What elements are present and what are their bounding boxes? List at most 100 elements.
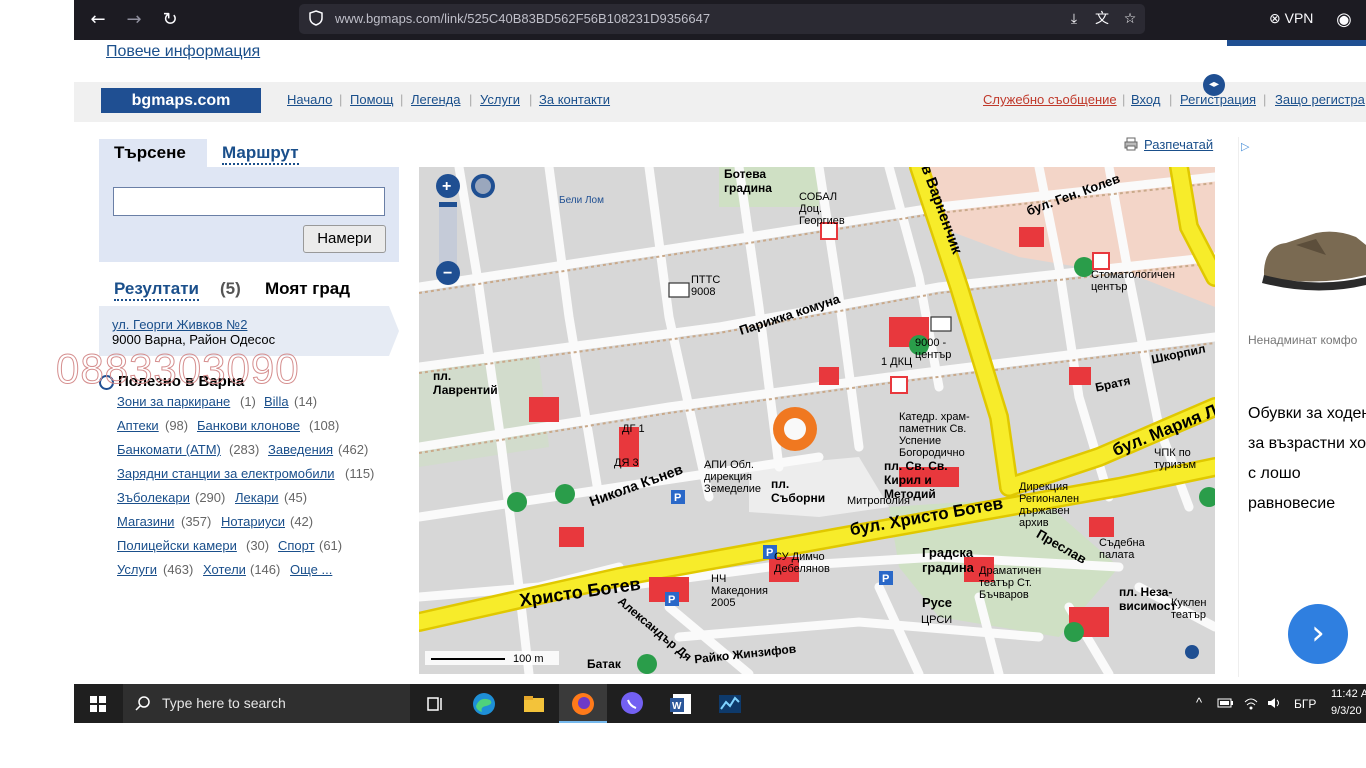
clock-date[interactable]: 9/3/20	[1331, 705, 1362, 717]
nav-legend[interactable]: Легенда	[411, 92, 460, 107]
address-bar[interactable]: www.bgmaps.com/link/525C40B83BD562F56B10…	[299, 4, 1145, 34]
viber-icon[interactable]	[618, 690, 646, 718]
ad-headline-line[interactable]: с лошо	[1248, 465, 1301, 483]
vpn-label: VPN	[1284, 10, 1314, 26]
clock-time[interactable]: 11:42 А	[1331, 688, 1366, 700]
url-text[interactable]: www.bgmaps.com/link/525C40B83BD562F56B10…	[335, 11, 710, 26]
map-label: Преслав	[1033, 526, 1090, 567]
printer-icon[interactable]	[1124, 137, 1138, 151]
category-link[interactable]: Хотели	[203, 562, 246, 577]
category-link[interactable]: Нотариуси	[221, 514, 285, 529]
tab-route[interactable]: Маршрут	[222, 143, 299, 165]
print-link[interactable]: Разпечатай	[1144, 137, 1213, 152]
keyboard-language[interactable]: БГР	[1294, 697, 1316, 711]
map-layer-button[interactable]	[471, 174, 495, 198]
ad-headline-line[interactable]: за възрастни хо	[1248, 435, 1366, 453]
wifi-icon[interactable]	[1243, 696, 1259, 710]
nav-separator: |	[400, 92, 404, 107]
taskbar-search-placeholder[interactable]: Type here to search	[162, 695, 286, 711]
result-pointer	[389, 306, 399, 356]
windows-start-icon[interactable]	[74, 684, 122, 723]
nav-separator: |	[1122, 92, 1126, 107]
search-icon	[135, 696, 150, 711]
nav-service-message[interactable]: Служебно съобщение	[983, 92, 1117, 107]
map-label: Стоматологичен център	[1091, 269, 1175, 293]
translate-icon[interactable]: 文	[1093, 10, 1111, 28]
category-count: (146)	[250, 562, 281, 577]
nav-login[interactable]: Вход	[1131, 92, 1160, 107]
zoom-out-button[interactable]	[436, 261, 460, 285]
bookmark-star-icon[interactable]: ☆	[1121, 10, 1139, 28]
map-view[interactable]: PPPP + − Христо Ботев бул. Христо Ботев	[419, 167, 1215, 674]
map-label: Парижка комуна	[737, 291, 842, 338]
nav-home[interactable]: Начало	[287, 92, 332, 107]
category-link[interactable]: Зони за паркиране	[117, 394, 230, 409]
zoom-in-button[interactable]	[436, 174, 460, 198]
map-label: ЧПК по туризъм	[1154, 447, 1197, 471]
category-link[interactable]: Банкомати (ATM)	[117, 442, 221, 457]
map-scale-label: 100 m	[513, 653, 544, 665]
more-categories-link[interactable]: Още ...	[290, 562, 332, 577]
nav-services[interactable]: Услуги	[480, 92, 520, 107]
battery-icon[interactable]	[1217, 696, 1235, 710]
nav-contacts[interactable]: За контакти	[539, 92, 610, 107]
category-link[interactable]: Магазини	[117, 514, 174, 529]
site-logo[interactable]: bgmaps.com	[101, 88, 261, 113]
map-label: СУ Димчо Дебелянов	[774, 551, 830, 575]
map-label: ЦРСИ	[921, 614, 953, 626]
ad-headline-line[interactable]: Обувки за ходен	[1248, 405, 1366, 423]
map-label: Дирекция Регионален държавен архив	[1019, 481, 1080, 529]
category-link[interactable]: Полицейски камери	[117, 538, 237, 553]
category-link[interactable]: Аптеки	[117, 418, 159, 433]
nav-help[interactable]: Помощ	[350, 92, 393, 107]
download-icon[interactable]: ⤓	[1065, 10, 1083, 28]
vpn-button[interactable]: ⊗ VPN	[1269, 10, 1313, 27]
ad-choices-icon[interactable]: ▷	[1241, 140, 1249, 153]
category-link[interactable]: Услуги	[117, 562, 157, 577]
category-count: (1)	[240, 394, 256, 409]
reload-icon[interactable]: ↻	[158, 8, 182, 32]
shield-icon[interactable]	[309, 10, 323, 26]
category-link[interactable]: Лекари	[235, 490, 278, 505]
nav-why-register[interactable]: Защо регистра	[1275, 92, 1365, 107]
svg-text:W: W	[672, 701, 682, 712]
map-label: Драматичен театър Ст. Бъчваров	[979, 565, 1042, 601]
map-label: Катедр. храм-паметник Св. Успение Богоро…	[899, 411, 970, 459]
category-count: (462)	[338, 442, 369, 457]
map-label: Александър Дя	[615, 594, 695, 664]
find-button[interactable]: Намери	[303, 225, 386, 253]
category-link[interactable]: Спорт	[278, 538, 315, 553]
panel-toggle-icon[interactable]: ◂▸	[1203, 74, 1225, 96]
ad-next-button[interactable]: ›	[1288, 604, 1348, 664]
tab-search[interactable]: Търсене	[99, 139, 207, 167]
ad-caption[interactable]: Ненадминат комфо	[1248, 333, 1357, 347]
ad-headline-line[interactable]: равновесие	[1248, 495, 1335, 513]
firefox-icon[interactable]	[569, 690, 597, 718]
tab-results[interactable]: Резултати	[114, 279, 199, 301]
forward-icon[interactable]: →	[122, 8, 146, 32]
account-icon[interactable]: ◉	[1332, 8, 1356, 32]
tab-my-city[interactable]: Моят град	[265, 279, 350, 299]
edge-icon[interactable]	[470, 690, 498, 718]
map-label: СОБАЛ Доц. Георгиев	[799, 191, 845, 227]
tray-chevron-icon[interactable]: ^	[1196, 695, 1202, 710]
file-explorer-icon[interactable]	[520, 690, 548, 718]
category-link[interactable]: Заведения	[268, 442, 333, 457]
category-link[interactable]: Billa	[264, 394, 289, 409]
result-street-link[interactable]: ул. Георги Живков №2	[112, 317, 247, 332]
shoe-image[interactable]	[1256, 215, 1366, 300]
search-input[interactable]	[113, 187, 385, 216]
more-info-link[interactable]: Повече информация	[106, 43, 260, 61]
category-count: (357)	[181, 514, 212, 529]
category-count: (14)	[294, 394, 318, 409]
back-icon[interactable]: ←	[86, 8, 110, 32]
map-label: Ботева градина	[724, 167, 772, 195]
category-link[interactable]: Зарядни станции за електромобили	[117, 466, 335, 481]
category-link[interactable]: Зъболекари	[117, 490, 190, 505]
category-link[interactable]: Банкови клонове	[197, 418, 300, 433]
volume-icon[interactable]	[1266, 696, 1282, 710]
map-label: Братя	[1093, 373, 1132, 395]
task-view-icon[interactable]	[421, 690, 449, 718]
stocks-app-icon[interactable]	[716, 690, 744, 718]
word-icon[interactable]: W	[667, 690, 695, 718]
